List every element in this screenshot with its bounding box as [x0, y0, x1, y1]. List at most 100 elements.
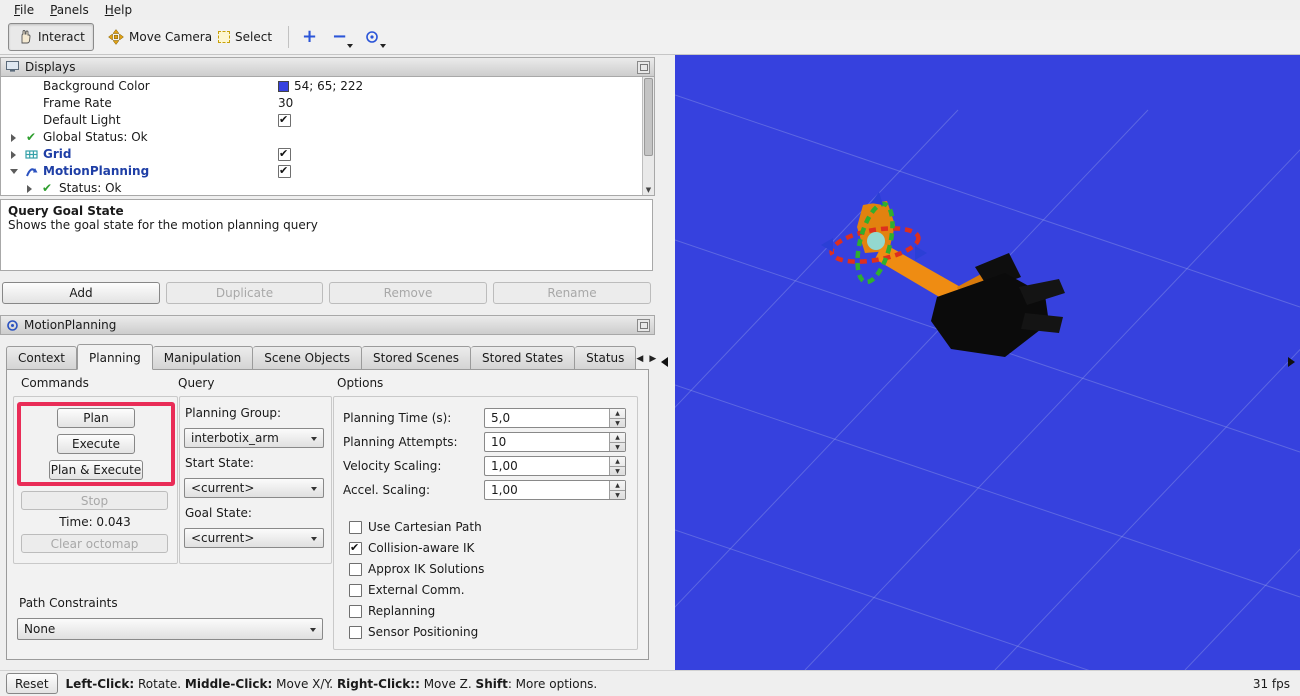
- property-value[interactable]: 54; 65; 222: [294, 79, 363, 93]
- scrollbar-thumb[interactable]: [644, 78, 653, 156]
- expand-arrow-icon[interactable]: [27, 185, 32, 193]
- reset-button[interactable]: Reset: [6, 673, 58, 694]
- checkbox-box[interactable]: [349, 521, 362, 534]
- checkbox-box[interactable]: [349, 563, 362, 576]
- marker-arrow: [821, 238, 833, 252]
- tab-scene-objects[interactable]: Scene Objects: [253, 346, 362, 370]
- sensor-positioning-checkbox[interactable]: Sensor Positioning: [349, 625, 478, 639]
- collision-aware-ik-checkbox[interactable]: Collision-aware IK: [349, 541, 474, 555]
- start-state-combobox[interactable]: <current>: [184, 478, 324, 498]
- add-display-button[interactable]: Add: [2, 282, 160, 304]
- plan-button[interactable]: Plan: [57, 408, 135, 428]
- tree-row-frame-rate[interactable]: Frame Rate 30: [1, 95, 639, 112]
- default-light-checkbox[interactable]: [278, 114, 291, 127]
- scroll-down-arrow[interactable]: ▼: [643, 186, 654, 194]
- collapse-arrow-icon[interactable]: [10, 169, 18, 174]
- path-constraints-combobox[interactable]: None: [17, 618, 323, 640]
- spinbox-arrows[interactable]: ▲▼: [609, 457, 625, 475]
- execute-button[interactable]: Execute: [57, 434, 135, 454]
- move-camera-tool-button[interactable]: Move Camera: [100, 23, 220, 51]
- move-camera-tool-label: Move Camera: [129, 30, 212, 44]
- interact-tool-button[interactable]: Interact: [8, 23, 94, 51]
- float-panel-button[interactable]: [637, 319, 650, 332]
- tab-status[interactable]: Status: [575, 346, 636, 370]
- velocity-scaling-spinbox[interactable]: 1,00 ▲▼: [484, 456, 626, 476]
- use-cartesian-path-checkbox[interactable]: Use Cartesian Path: [349, 520, 482, 534]
- spin-up-icon[interactable]: ▲: [610, 457, 625, 467]
- tab-context[interactable]: Context: [6, 346, 77, 370]
- planning-time-spinbox[interactable]: 5,0 ▲▼: [484, 408, 626, 428]
- checkbox-box[interactable]: [349, 605, 362, 618]
- tree-row-motionplanning[interactable]: MotionPlanning: [1, 163, 639, 180]
- checkbox-box[interactable]: [349, 584, 362, 597]
- add-tool-button[interactable]: +: [294, 23, 325, 51]
- grid-enabled-checkbox[interactable]: [278, 148, 291, 161]
- tab-label: Status: [586, 351, 624, 365]
- planning-time-result: Time: 0.043: [15, 515, 175, 529]
- tree-row-mp-status[interactable]: ✔ Status: Ok: [1, 180, 639, 196]
- tab-label: Scene Objects: [264, 351, 350, 365]
- displays-panel-titlebar[interactable]: Displays: [0, 57, 655, 77]
- property-value[interactable]: 30: [278, 96, 293, 110]
- spin-up-icon[interactable]: ▲: [610, 409, 625, 419]
- remove-display-button[interactable]: Remove: [329, 282, 487, 304]
- tab-manipulation[interactable]: Manipulation: [153, 346, 254, 370]
- replanning-checkbox[interactable]: Replanning: [349, 604, 435, 618]
- spin-up-icon[interactable]: ▲: [610, 433, 625, 443]
- planning-attempts-spinbox[interactable]: 10 ▲▼: [484, 432, 626, 452]
- tab-stored-scenes[interactable]: Stored Scenes: [362, 346, 471, 370]
- tab-planning[interactable]: Planning: [77, 344, 153, 370]
- motionplanning-tabs: Context Planning Manipulation Scene Obje…: [6, 346, 649, 370]
- menu-help[interactable]: Help: [97, 2, 140, 18]
- tree-row-default-light[interactable]: Default Light: [1, 112, 639, 129]
- spin-down-icon[interactable]: ▼: [610, 419, 625, 428]
- expand-arrow-icon[interactable]: [11, 134, 16, 142]
- motionplanning-panel-title: MotionPlanning: [24, 318, 116, 332]
- plan-and-execute-button[interactable]: Plan & Execute: [49, 460, 143, 480]
- expand-arrow-icon[interactable]: [11, 151, 16, 159]
- focus-camera-tool-button[interactable]: [356, 23, 388, 51]
- collapse-left-dock-arrow[interactable]: [661, 357, 668, 367]
- tree-row-background-color[interactable]: Background Color 54; 65; 222: [1, 78, 639, 95]
- approx-ik-solutions-checkbox[interactable]: Approx IK Solutions: [349, 562, 484, 576]
- clear-octomap-button[interactable]: Clear octomap: [21, 534, 168, 553]
- float-panel-button[interactable]: [637, 61, 650, 74]
- spin-down-icon[interactable]: ▼: [610, 467, 625, 476]
- planning-attempts-label: Planning Attempts:: [343, 435, 458, 449]
- collapse-right-dock-arrow[interactable]: [1288, 357, 1295, 367]
- motionplanning-panel-titlebar[interactable]: MotionPlanning: [0, 315, 655, 335]
- accel-scaling-value: 1,00: [491, 483, 518, 497]
- accel-scaling-spinbox[interactable]: 1,00 ▲▼: [484, 480, 626, 500]
- displays-panel-title: Displays: [25, 60, 75, 74]
- tab-scroll-right-button[interactable]: ▶: [649, 354, 656, 364]
- remove-tool-button[interactable]: −: [324, 23, 355, 51]
- menu-panels[interactable]: Panels: [42, 2, 97, 18]
- spin-down-icon[interactable]: ▼: [610, 491, 625, 500]
- planning-group-combobox[interactable]: interbotix_arm: [184, 428, 324, 448]
- spinbox-arrows[interactable]: ▲▼: [609, 481, 625, 499]
- checkbox-label: Replanning: [368, 604, 435, 618]
- tab-scroll-left-button[interactable]: ◀: [636, 354, 643, 364]
- stop-button[interactable]: Stop: [21, 491, 168, 510]
- rename-display-button[interactable]: Rename: [493, 282, 651, 304]
- tab-stored-states[interactable]: Stored States: [471, 346, 575, 370]
- goal-state-combobox[interactable]: <current>: [184, 528, 324, 548]
- tree-row-global-status[interactable]: ✔ Global Status: Ok: [1, 129, 639, 146]
- spin-up-icon[interactable]: ▲: [610, 481, 625, 491]
- duplicate-display-button[interactable]: Duplicate: [166, 282, 323, 304]
- external-comm-checkbox[interactable]: External Comm.: [349, 583, 465, 597]
- display-name: MotionPlanning: [43, 164, 149, 178]
- tree-scrollbar[interactable]: ▼: [642, 77, 655, 196]
- tree-row-grid[interactable]: Grid: [1, 146, 639, 163]
- dropdown-arrow-icon: [380, 44, 386, 48]
- select-tool-button[interactable]: Select: [210, 23, 280, 51]
- spinbox-arrows[interactable]: ▲▼: [609, 409, 625, 427]
- velocity-scaling-label: Velocity Scaling:: [343, 459, 441, 473]
- 3d-viewport[interactable]: [675, 55, 1300, 670]
- spinbox-arrows[interactable]: ▲▼: [609, 433, 625, 451]
- motionplanning-enabled-checkbox[interactable]: [278, 165, 291, 178]
- spin-down-icon[interactable]: ▼: [610, 443, 625, 452]
- checkbox-box[interactable]: [349, 626, 362, 639]
- menu-file[interactable]: File: [6, 2, 42, 18]
- checkbox-box[interactable]: [349, 542, 362, 555]
